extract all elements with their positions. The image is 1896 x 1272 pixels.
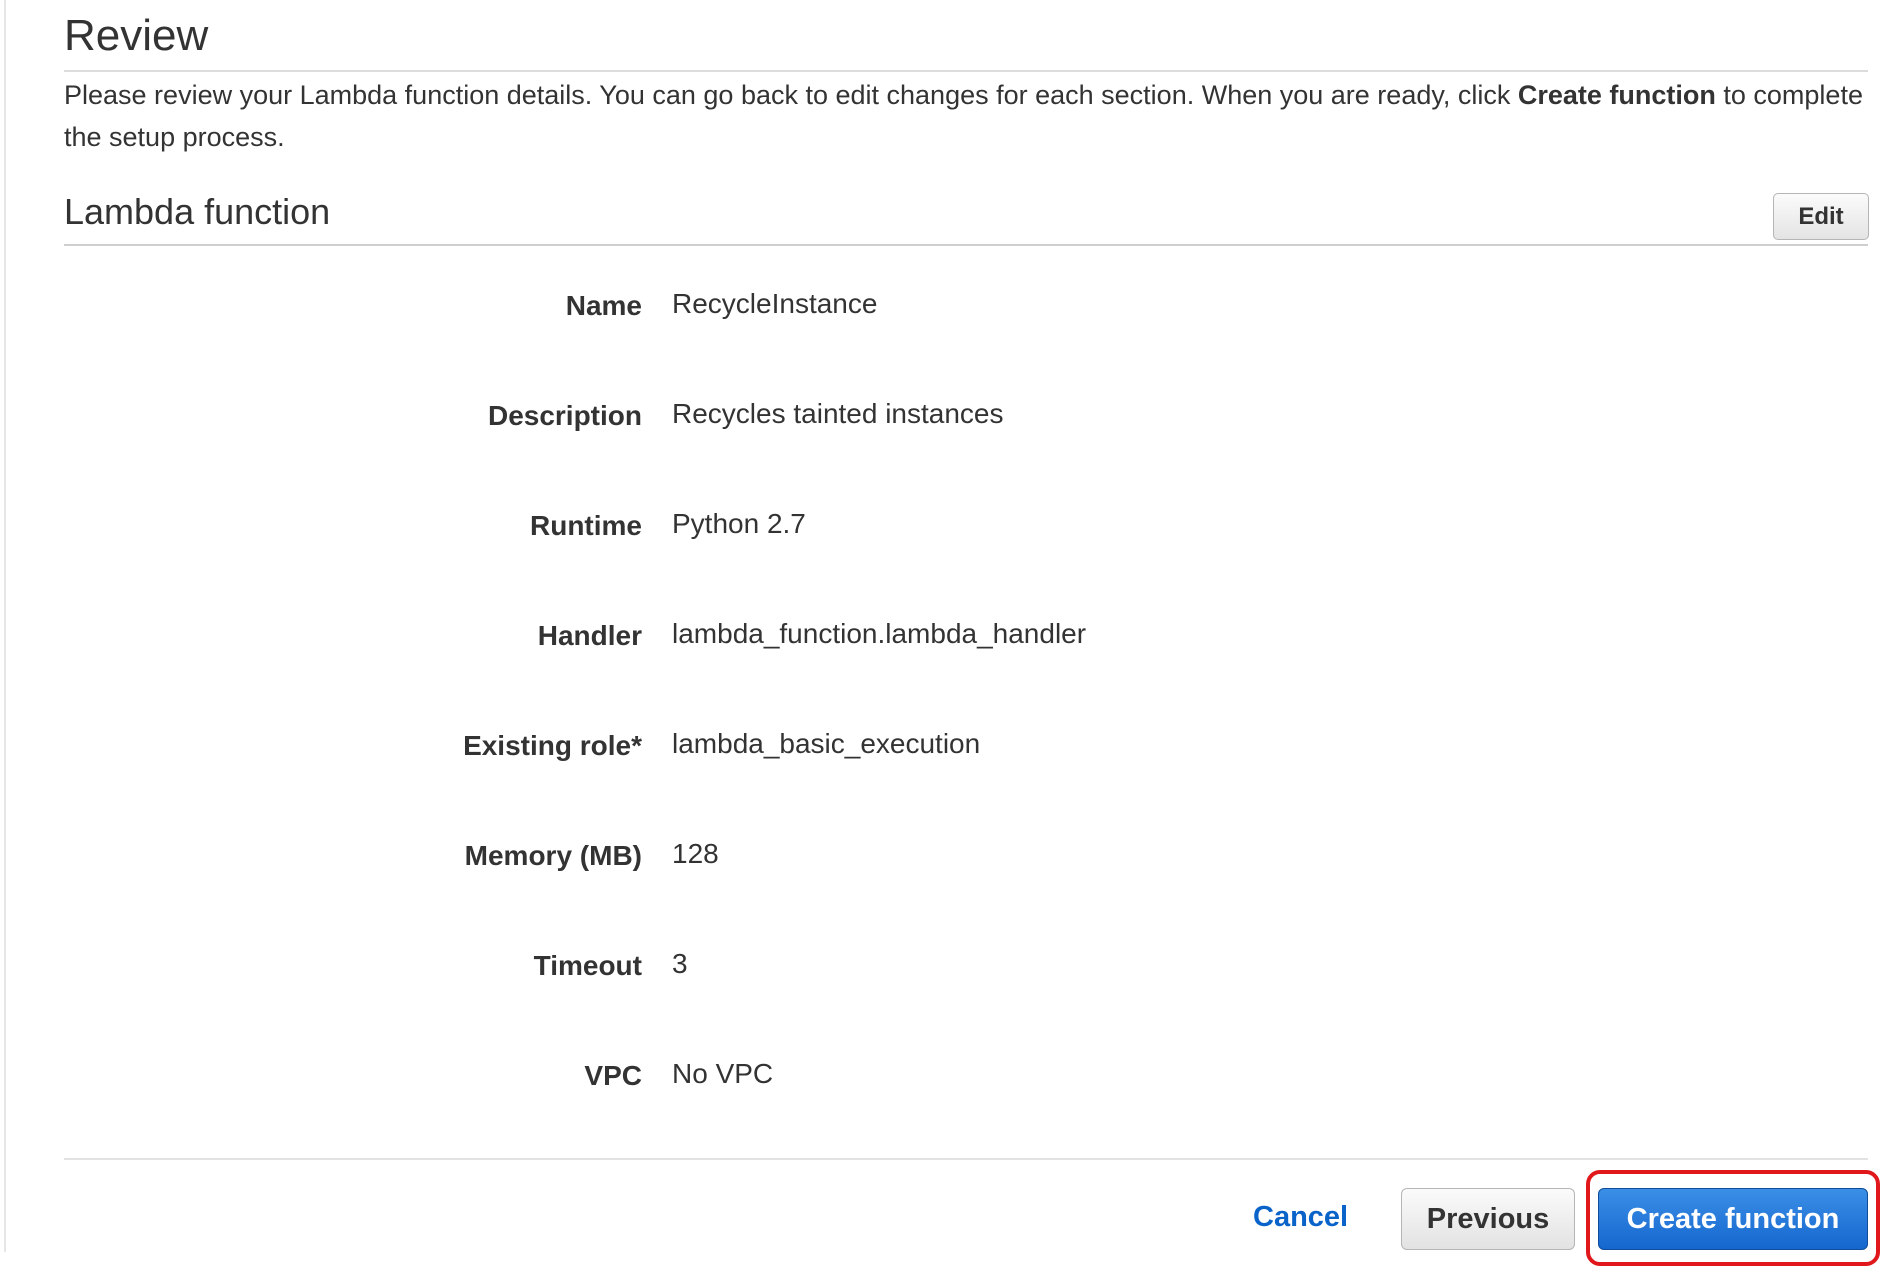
function-details: Name RecycleInstance Description Recycle… [64, 276, 1868, 1156]
detail-value: 3 [672, 948, 688, 979]
detail-row-existing-role: Existing role* lambda_basic_execution [64, 716, 1868, 826]
detail-value: Python 2.7 [672, 508, 806, 539]
detail-value: 128 [672, 838, 719, 869]
previous-button[interactable]: Previous [1401, 1188, 1575, 1250]
section-divider [64, 244, 1868, 246]
detail-label: Runtime [530, 510, 642, 541]
create-function-button[interactable]: Create function [1598, 1188, 1868, 1250]
detail-row-runtime: Runtime Python 2.7 [64, 496, 1868, 606]
title-divider [64, 70, 1868, 72]
detail-value: No VPC [672, 1058, 774, 1089]
detail-value: Recycles tainted instances [672, 398, 1004, 429]
detail-row-vpc: VPC No VPC [64, 1046, 1868, 1156]
detail-label: Description [487, 400, 642, 431]
detail-value: lambda_function.lambda_handler [672, 618, 1087, 649]
review-instructions: Please review your Lambda function detai… [64, 74, 1874, 158]
instructions-create-function-emphasis: Create function [1517, 80, 1716, 110]
detail-row-memory: Memory (MB) 128 [64, 826, 1868, 936]
section-title-lambda-function: Lambda function [64, 191, 331, 232]
detail-label: Memory (MB) [464, 840, 642, 871]
footer-divider [64, 1158, 1868, 1160]
instructions-text-start: Please review your Lambda function detai… [64, 80, 1518, 110]
edit-button[interactable]: Edit [1773, 193, 1869, 240]
page-title: Review [64, 11, 209, 60]
detail-label: Timeout [533, 950, 642, 981]
cancel-link[interactable]: Cancel [1253, 1201, 1348, 1234]
detail-row-handler: Handler lambda_function.lambda_handler [64, 606, 1868, 716]
detail-label: Handler [537, 620, 642, 651]
detail-row-timeout: Timeout 3 [64, 936, 1868, 1046]
detail-row-name: Name RecycleInstance [64, 276, 1868, 386]
detail-row-description: Description Recycles tainted instances [64, 386, 1868, 496]
page-left-border [4, 0, 6, 1252]
detail-label: Name [565, 290, 642, 321]
detail-label: Existing role* [463, 730, 642, 761]
detail-value: lambda_basic_execution [672, 728, 981, 759]
detail-value: RecycleInstance [672, 288, 878, 319]
detail-label: VPC [584, 1060, 642, 1091]
